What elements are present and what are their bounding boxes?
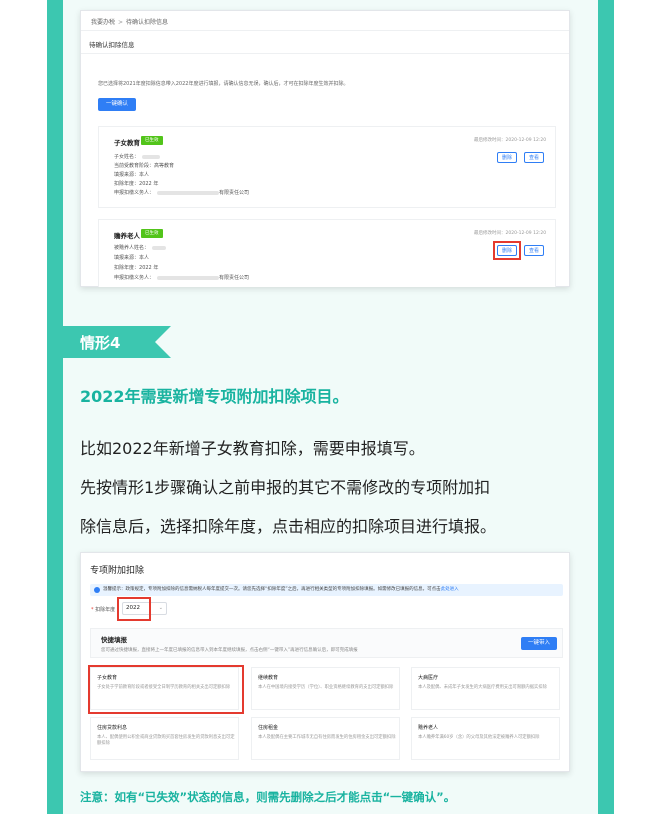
card-field-year: 扣除年度：2022 年 (114, 265, 159, 271)
item-title: 赡养老人 (418, 725, 439, 731)
page-title: 专项附加扣除 (90, 566, 145, 576)
deduction-item-serious-illness[interactable]: 大病医疗 本人及配偶、未成年子女发生的大病医疗费用支出可限额内据实扣除 (411, 667, 560, 710)
redacted-value (157, 275, 220, 280)
card-field-dependent-name: 被赡养人姓名： (114, 244, 167, 251)
right-teal-border (598, 0, 614, 814)
deduction-card-elder-support: 赡养老人 已生效 被赡养人姓名： 填报来源：本人 扣除年度：2022 年 申报扣… (98, 219, 556, 287)
quick-fill-description: 您可通过快捷填报，直接将上一年度已填报的信息带入到本年度继续填报，点击右侧“一键… (101, 648, 358, 653)
item-title: 住房贷款利息 (97, 725, 128, 731)
left-teal-border (47, 0, 63, 814)
case-label: 情形4 (80, 334, 121, 352)
highlight-box (493, 241, 521, 260)
item-description: 本人及配偶、未成年子女发生的大病医疗费用支出可限额内据实扣除 (418, 685, 547, 690)
card-field-withholding-agent: 申报扣缴义务人： 有限责任公司 (114, 275, 250, 281)
screenshot-pending-deductions: 我要办税 > 待确认扣除信息 待确认扣除信息 您已选择将2021年度扣除信息带入20… (80, 10, 570, 287)
item-title: 继续教育 (258, 675, 279, 681)
notice-banner: 温馨提示：政策规定，专项附加扣除的信息需纳税人每年度提交一次。请您先选择“扣除年… (90, 584, 563, 596)
deduction-item-continuing-education[interactable]: 继续教育 本人在中国境内接受学历（学位）、职业资格继续教育的支出可定额扣除 (251, 667, 400, 710)
highlight-box-child-education (88, 665, 244, 714)
status-badge: 已生效 (141, 136, 163, 145)
breadcrumb-separator-icon: > (118, 19, 124, 26)
quick-fill-panel: 快捷填报 您可通过快捷填报，直接将上一年度已填报的信息带入到本年度继续填报，点击… (90, 628, 563, 658)
year-label: * 扣除年度 (91, 607, 116, 613)
case-label-tab: 情形4 (63, 326, 171, 358)
redacted-value (152, 245, 167, 250)
card-field-education-stage: 当前受教育阶段：高等教育 (114, 163, 175, 169)
breadcrumb-item-tax[interactable]: 我要办税 (91, 19, 115, 26)
notice-text: 温馨提示：政策规定，专项附加扣除的信息需纳税人每年度提交一次。请您先选择“扣除年… (103, 587, 441, 592)
view-button[interactable]: 查看 (524, 245, 544, 256)
section-subheading: 2022年需要新增专项附加扣除项目。 (80, 387, 349, 406)
view-button[interactable]: 查看 (524, 152, 544, 163)
card-field-source: 填报来源：本人 (114, 255, 150, 261)
delete-button[interactable]: 删除 (497, 152, 517, 163)
card-field-year: 扣除年度：2022 年 (114, 181, 159, 187)
paragraph-2: 先按情形1步骤确认之前申报的其它不需修改的专项附加扣 (80, 478, 491, 497)
deduction-item-elder-support[interactable]: 赡养老人 本人赡养年满60岁（含）的父母及其他法定被赡养人可定额扣除 (411, 717, 560, 760)
section-description: 您已选择将2021年度扣除信息带入2022年度进行填报，请确认信息无误，确认后，… (98, 81, 349, 87)
chevron-down-icon: ⌄ (158, 605, 163, 611)
note-text: 注意：如有“已失效”状态的信息，则需先删除之后才能点击“一键确认”。 (80, 790, 456, 804)
breadcrumb-item-current: 待确认扣除信息 (126, 19, 169, 26)
divider (81, 53, 569, 54)
highlight-box-year (117, 597, 151, 621)
item-description: 本人及配偶在主要工作城市无自有住房而发生的住房租金支出可定额扣除 (258, 735, 396, 740)
deduction-item-housing-loan[interactable]: 住房贷款利息 本人、配偶使用公积金或商业贷款购买首套住房发生的贷款利息支出可定额… (90, 717, 239, 760)
card-field-source: 填报来源：本人 (114, 172, 150, 178)
card-title: 子女教育 (114, 139, 140, 147)
last-modified-time: 最后修改时间：2020-12-09 12:20 (474, 231, 547, 236)
item-description: 本人赡养年满60岁（含）的父母及其他法定被赡养人可定额扣除 (418, 735, 540, 740)
paragraph-3: 除信息后，选择扣除年度，点击相应的扣除项目进行填报。 (80, 517, 497, 536)
deduction-item-housing-rent[interactable]: 住房租金 本人及配偶在主要工作城市无自有住房而发生的住房租金支出可定额扣除 (251, 717, 400, 760)
notice-link[interactable]: 此处进入 (441, 587, 459, 592)
status-badge: 已生效 (141, 229, 163, 238)
item-description: 本人、配偶使用公积金或商业贷款购买首套住房发生的贷款利息支出可定额扣除 (97, 735, 235, 746)
info-icon (94, 587, 100, 593)
breadcrumb: 我要办税 > 待确认扣除信息 (81, 11, 569, 31)
confirm-all-button[interactable]: 一键确认 (98, 98, 136, 111)
item-title: 住房租金 (258, 725, 279, 731)
deduction-card-child-education: 子女教育 已生效 子女姓名： 当前受教育阶段：高等教育 填报来源：本人 扣除年度… (98, 126, 556, 208)
redacted-value (157, 190, 220, 195)
item-title: 大病医疗 (418, 675, 439, 681)
card-field-child-name: 子女姓名： (114, 153, 161, 160)
import-button[interactable]: 一键带入 (521, 637, 557, 650)
redacted-value (142, 154, 161, 159)
quick-fill-title: 快捷填报 (101, 636, 127, 644)
section-title: 待确认扣除信息 (89, 41, 135, 49)
paragraph-1: 比如2022年新增子女教育扣除，需要申报填写。 (80, 439, 425, 458)
screenshot-special-deductions: 专项附加扣除 温馨提示：政策规定，专项附加扣除的信息需纳税人每年度提交一次。请您… (80, 552, 570, 772)
last-modified-time: 最后修改时间：2020-12-09 12:20 (474, 138, 547, 143)
card-title: 赡养老人 (114, 232, 140, 240)
item-description: 本人在中国境内接受学历（学位）、职业资格继续教育的支出可定额扣除 (258, 685, 394, 690)
card-field-withholding-agent: 申报扣缴义务人： 有限责任公司 (114, 190, 250, 196)
